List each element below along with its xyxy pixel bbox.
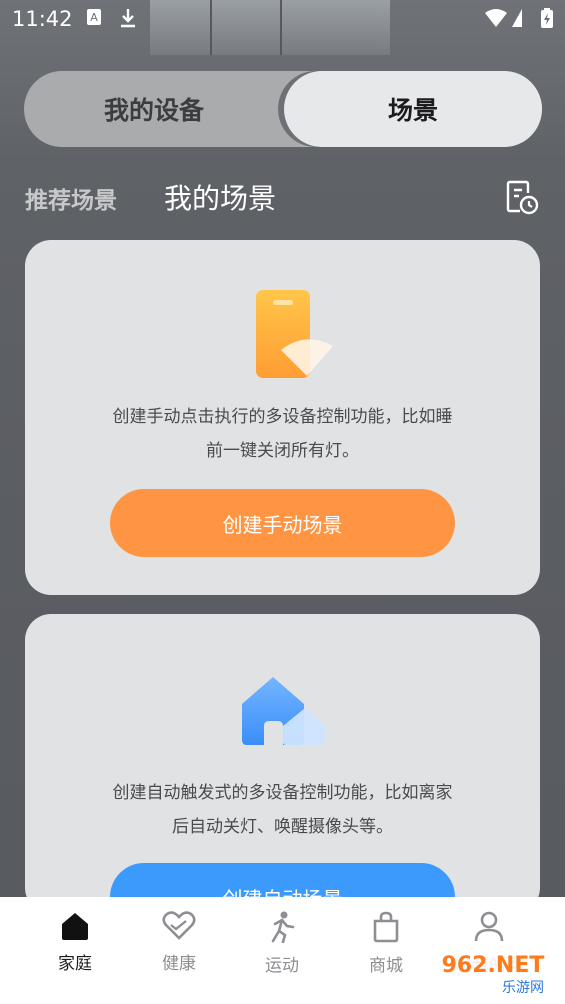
tab-my-scenes[interactable]: 我的场景 (164, 177, 276, 217)
nav-label-sport: 运动 (265, 956, 299, 976)
home-icon (62, 913, 88, 940)
auto-scene-description: 创建自动触发式的多设备控制功能，比如离家 后自动关灯、唤醒摄像头等。 (65, 776, 500, 844)
watermark-logo: 962.NET 乐游网 (427, 945, 559, 997)
nav-item-health[interactable]: 健康 (139, 911, 219, 974)
nav-label-store: 商城 (369, 956, 403, 976)
status-bar: 11:42 A (0, 0, 565, 40)
tab-my-devices[interactable]: 我的设备 (24, 71, 284, 147)
auto-scene-home-icon (242, 677, 325, 745)
nav-label-home: 家庭 (58, 954, 92, 974)
create-manual-scene-button[interactable]: 创建手动场景 (110, 489, 455, 557)
svg-text:A: A (90, 11, 98, 24)
tab-recommended-scenes[interactable]: 推荐场景 (25, 181, 117, 215)
nav-item-sport[interactable]: 运动 (242, 911, 322, 976)
watermark-line2: 乐游网 (502, 980, 544, 996)
scene-tabs: 推荐场景 我的场景 (25, 175, 540, 219)
nav-item-home[interactable]: 家庭 (35, 911, 115, 974)
run-icon (271, 911, 295, 943)
tab-scenes[interactable]: 场景 (284, 71, 542, 147)
auto-scene-card: 创建自动触发式的多设备控制功能，比如离家 后自动关灯、唤醒摄像头等。 创建自动场… (25, 614, 540, 931)
view-switcher: 我的设备 场景 (24, 71, 542, 147)
manual-scene-card: 创建手动点击执行的多设备控制功能，比如睡 前一键关闭所有灯。 创建手动场景 (25, 240, 540, 595)
nav-item-store[interactable]: 商城 (346, 911, 426, 976)
log-history-icon[interactable] (504, 179, 540, 215)
manual-desc-line1: 创建手动点击执行的多设备控制功能，比如睡 (112, 407, 453, 427)
nav-label-health: 健康 (162, 954, 196, 974)
user-icon (474, 911, 504, 942)
auto-desc-line2: 后自动关灯、唤醒摄像头等。 (172, 817, 393, 837)
font-icon: A (87, 9, 101, 25)
manual-scene-icon (256, 290, 333, 378)
watermark-line1: 962.NET (442, 953, 545, 978)
auto-desc-line1: 创建自动触发式的多设备控制功能，比如离家 (112, 783, 453, 803)
heart-icon (162, 911, 196, 940)
bag-icon (373, 911, 399, 943)
manual-desc-line2: 前一键关闭所有灯。 (206, 441, 359, 461)
signal-icon (512, 9, 522, 27)
manual-scene-description: 创建手动点击执行的多设备控制功能，比如睡 前一键关闭所有灯。 (65, 400, 500, 468)
download-icon (121, 9, 135, 28)
battery-icon (541, 8, 553, 28)
wifi-icon (485, 9, 507, 27)
status-time: 11:42 (12, 7, 73, 31)
